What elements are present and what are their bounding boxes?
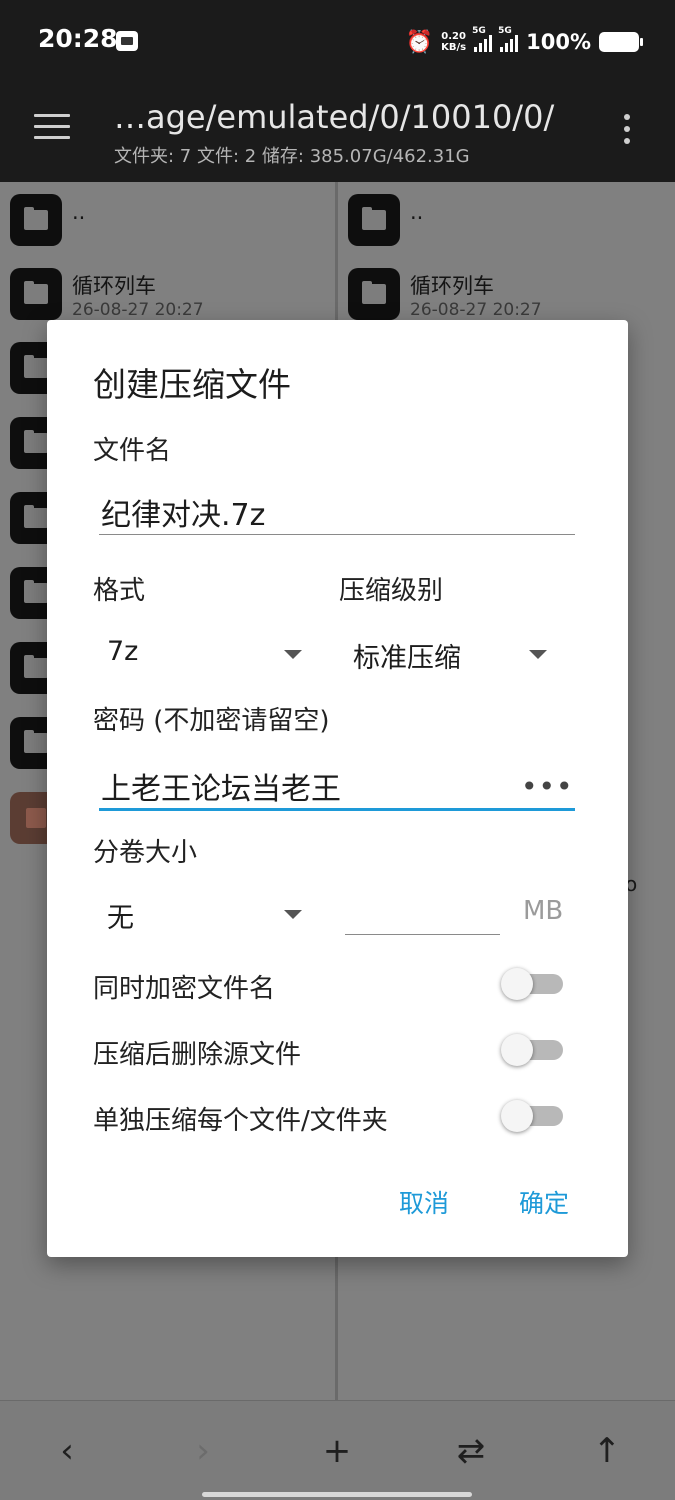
option-separate-archives-label: 单独压缩每个文件/文件夹 (93, 1106, 388, 1136)
list-item[interactable]: 循环列车 26-08-27 20:27 (348, 268, 668, 328)
back-icon[interactable]: ‹ (42, 1429, 92, 1473)
password-underline (99, 808, 575, 811)
folder-icon (348, 194, 400, 246)
volume-size-label: 分卷大小 (93, 838, 198, 868)
parent-folder-icon[interactable]: ↑ (582, 1429, 632, 1473)
volume-unit-label: MB (523, 896, 564, 926)
ok-button[interactable]: 确定 (519, 1184, 569, 1220)
filename-label: 文件名 (93, 436, 172, 466)
app-notification-icon (116, 31, 138, 51)
format-label: 格式 (93, 576, 146, 606)
signal-icon: 5G (472, 26, 493, 52)
list-item[interactable]: .. (10, 194, 330, 254)
current-path[interactable]: …age/emulated/0/10010/0/ (114, 98, 554, 136)
cancel-button[interactable]: 取消 (399, 1184, 449, 1220)
option-delete-source-label: 压缩后删除源文件 (93, 1040, 302, 1070)
storage-summary: 文件夹: 7 文件: 2 储存: 385.07G/462.31G (114, 146, 470, 167)
more-options-icon[interactable] (624, 114, 634, 150)
add-icon[interactable]: + (312, 1429, 362, 1473)
alarm-icon: ⏰ (405, 29, 434, 55)
status-bar: 20:28 ⏰ 0.20 KB/s 5G 5G 100% (0, 0, 675, 84)
dropdown-arrow-icon (284, 910, 302, 919)
volume-size-dropdown[interactable]: 无 (107, 896, 303, 936)
filename-underline (99, 534, 575, 535)
swap-panes-icon[interactable]: ⇄ (446, 1429, 496, 1473)
battery-icon (599, 32, 643, 52)
bottom-toolbar: ‹ › + ⇄ ↑ (0, 1400, 675, 1500)
status-icons: ⏰ 0.20 KB/s 5G 5G 100% (405, 26, 643, 58)
list-item[interactable]: .. (348, 194, 668, 254)
option-encrypt-filenames-label: 同时加密文件名 (93, 974, 276, 1004)
battery-percent: 100% (526, 30, 591, 54)
forward-icon[interactable]: › (178, 1429, 228, 1473)
compression-level-label: 压缩级别 (339, 576, 444, 606)
folder-icon (10, 194, 62, 246)
dialog-title: 创建压缩文件 (93, 365, 291, 404)
format-dropdown[interactable]: 7z (107, 636, 303, 676)
folder-icon (10, 268, 62, 320)
compression-level-dropdown[interactable]: 标准压缩 (353, 636, 549, 676)
folder-icon (348, 268, 400, 320)
list-item[interactable]: 循环列车 26-08-27 20:27 (10, 268, 330, 328)
dropdown-arrow-icon (284, 650, 302, 659)
create-archive-dialog: 创建压缩文件 文件名 纪律对决.7z 格式 压缩级别 7z 标准压缩 密码 (不… (47, 320, 628, 1257)
app-bar: …age/emulated/0/10010/0/ 文件夹: 7 文件: 2 储存… (0, 84, 675, 182)
password-visibility-icon[interactable]: ••• (521, 770, 574, 803)
password-input[interactable]: 上老王论坛当老王 (101, 764, 341, 808)
delete-source-toggle[interactable] (501, 1034, 563, 1066)
home-indicator[interactable] (202, 1492, 472, 1497)
signal-icon-2: 5G (498, 26, 519, 52)
network-speed: 0.20 KB/s (441, 31, 467, 53)
menu-icon[interactable] (34, 114, 70, 142)
filename-input[interactable]: 纪律对决.7z (101, 490, 265, 534)
volume-size-underline (345, 934, 500, 935)
password-label: 密码 (不加密请留空) (93, 706, 330, 736)
status-time: 20:28 (38, 24, 118, 53)
dropdown-arrow-icon (529, 650, 547, 659)
encrypt-filenames-toggle[interactable] (501, 968, 563, 1000)
separate-archives-toggle[interactable] (501, 1100, 563, 1132)
